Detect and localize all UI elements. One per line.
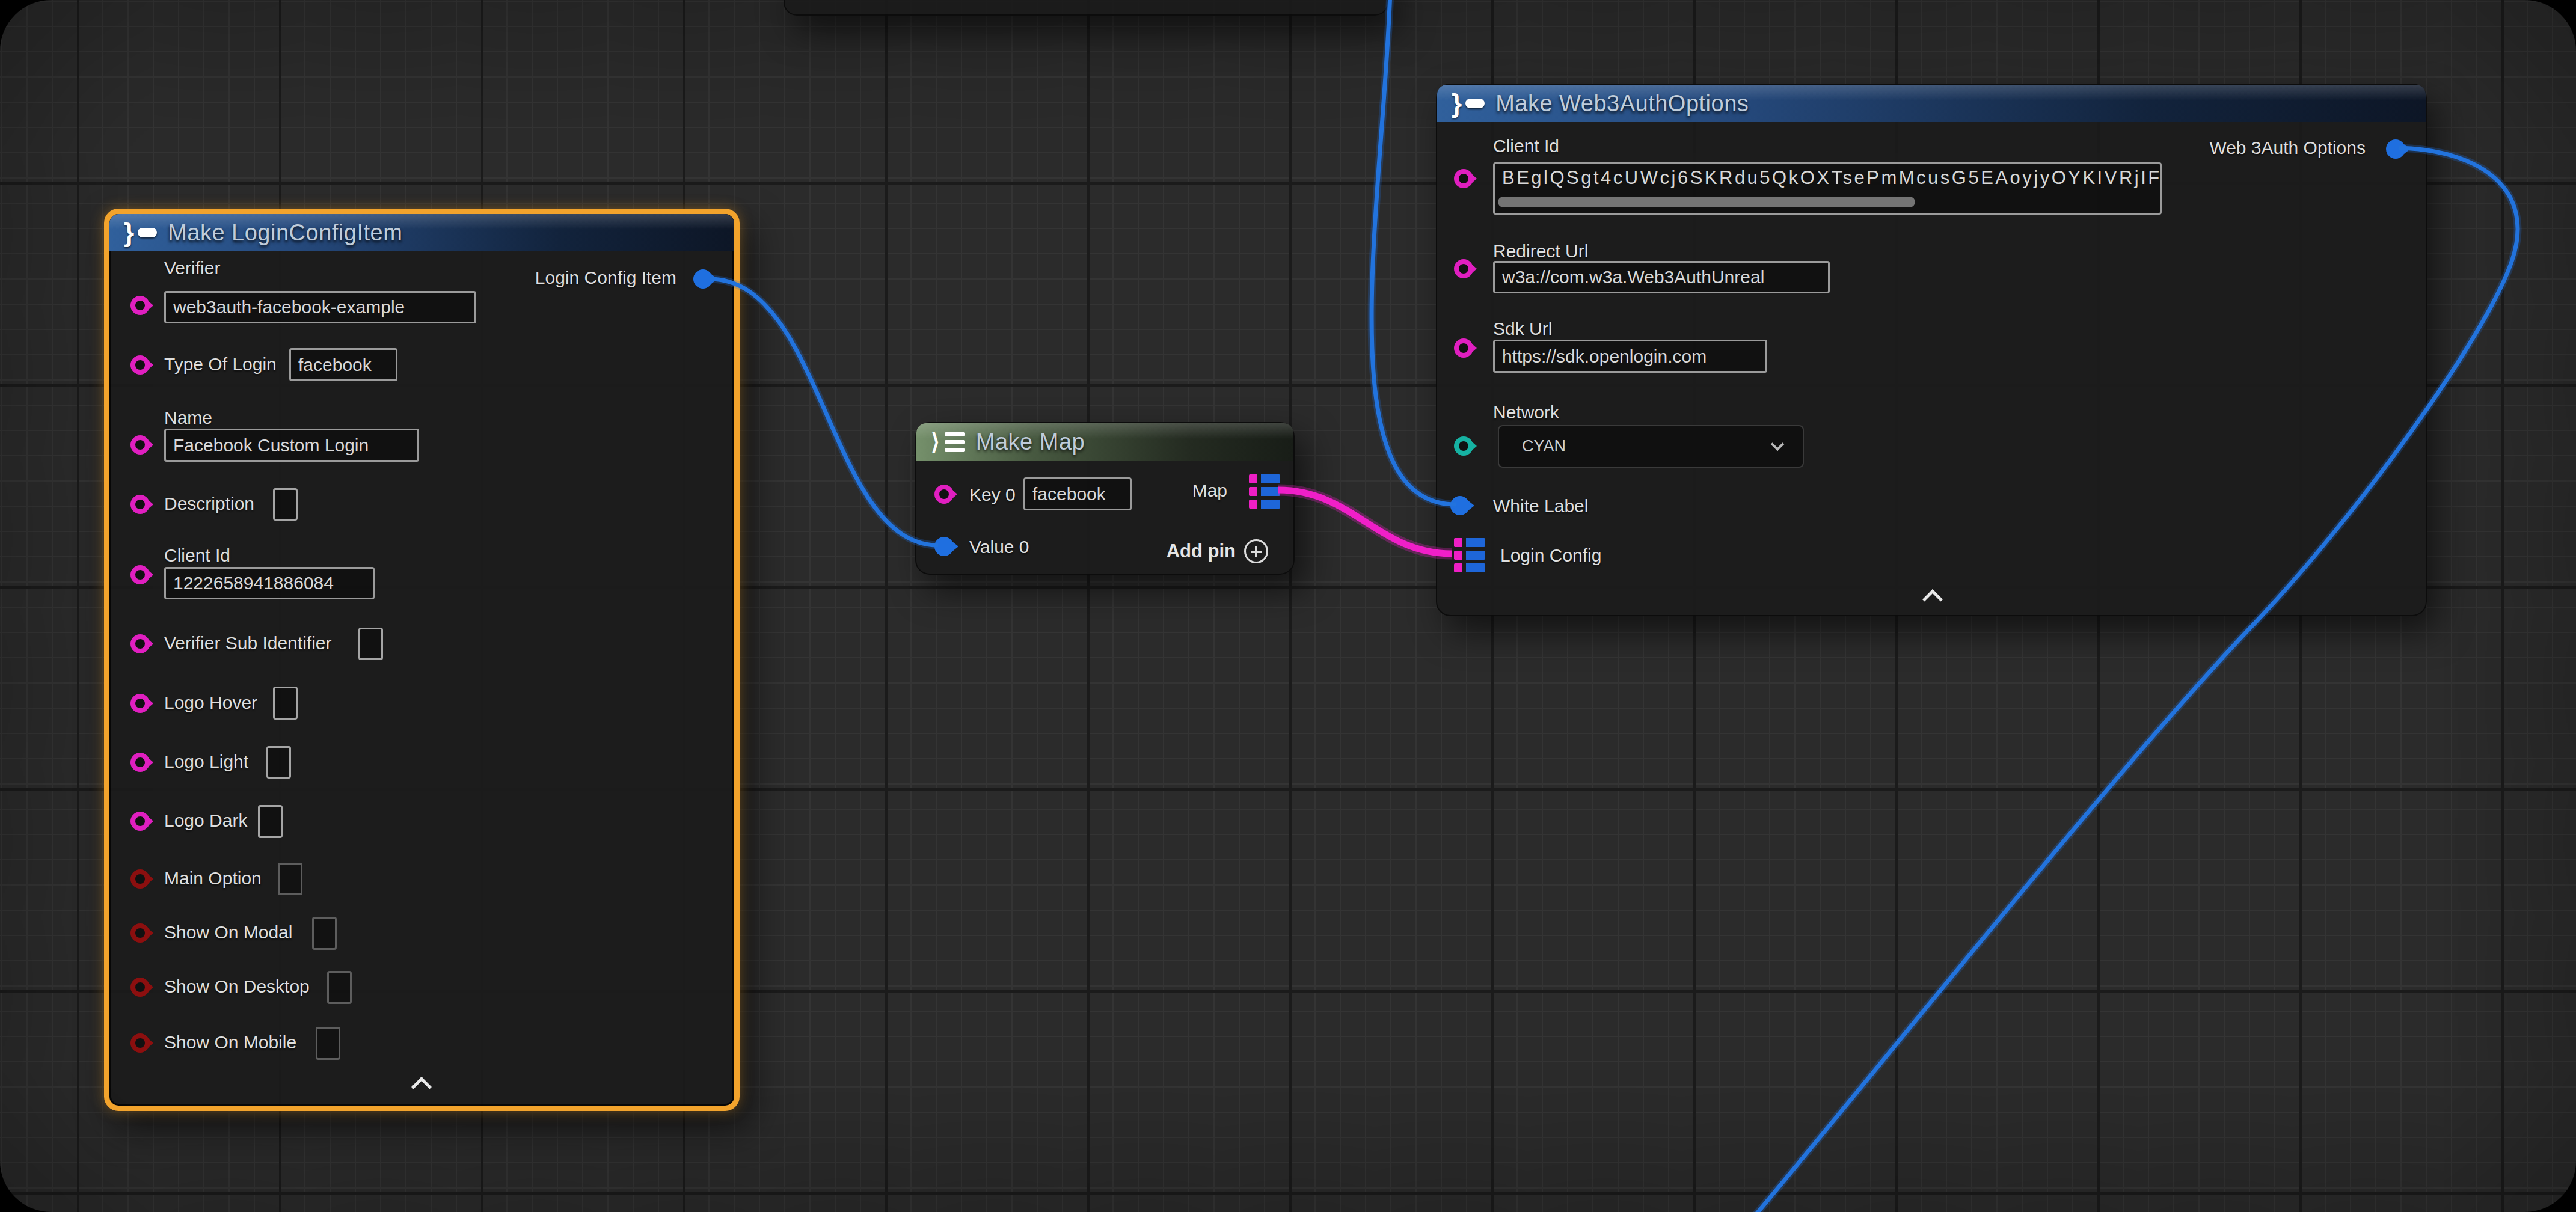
- pin-client-id[interactable]: [130, 565, 150, 584]
- pin-label-logo-dark: Logo Dark: [164, 810, 247, 831]
- add-pin-button[interactable]: Add pin: [1167, 539, 1268, 563]
- node-title: Make Map: [976, 429, 1085, 455]
- type-of-login-input[interactable]: facebook: [289, 348, 397, 381]
- pin-label-network: Network: [1493, 402, 1559, 423]
- node-header[interactable]: } Make Web3AuthOptions: [1437, 85, 2426, 122]
- node-title: Make LoginConfigItem: [168, 220, 402, 246]
- pin-label-web3auth-options: Web 3Auth Options: [2209, 138, 2366, 158]
- add-pin-label: Add pin: [1167, 540, 1236, 562]
- make-struct-icon: }: [124, 221, 157, 245]
- add-pin-plus-icon: [1244, 539, 1268, 563]
- pin-label-client-id: Client Id: [1493, 136, 1559, 156]
- pin-type-of-login[interactable]: [130, 355, 150, 375]
- show-on-modal-checkbox[interactable]: [312, 917, 337, 950]
- pin-logo-light[interactable]: [130, 753, 150, 772]
- pin-out-web3auth-options[interactable]: [2386, 139, 2405, 159]
- pin-label-login-config: Login Config: [1500, 545, 1601, 566]
- client-id-scrollbar[interactable]: [1498, 197, 1915, 207]
- pin-redirect-url[interactable]: [1454, 259, 1473, 278]
- offscreen-node-partial[interactable]: [784, 0, 1388, 16]
- wire-loginconfigitem-to-value0: [710, 279, 938, 545]
- pin-label-redirect-url: Redirect Url: [1493, 241, 1588, 262]
- pin-label-show-on-desktop: Show On Desktop: [164, 976, 310, 997]
- redirect-url-input[interactable]: w3a://com.w3a.Web3AuthUnreal: [1493, 261, 1830, 293]
- pin-label-client-id: Client Id: [164, 545, 230, 566]
- make-map-icon: ⟩: [931, 429, 965, 455]
- description-input[interactable]: [273, 488, 298, 521]
- dropdown-chevron-icon: [1771, 437, 1785, 451]
- collapse-chevron-icon[interactable]: [411, 1077, 432, 1097]
- pin-logo-hover[interactable]: [130, 694, 150, 713]
- pin-label-key0: Key 0: [969, 485, 1016, 505]
- network-dropdown[interactable]: CYAN: [1498, 425, 1804, 468]
- logo-hover-input[interactable]: [273, 687, 298, 720]
- pin-label-type-of-login: Type Of Login: [164, 354, 277, 375]
- pin-value0[interactable]: [934, 537, 954, 556]
- pin-sdk-url[interactable]: [1454, 338, 1473, 358]
- pin-logo-dark[interactable]: [130, 812, 150, 831]
- node-title: Make Web3AuthOptions: [1495, 91, 1749, 117]
- pin-out-login-config-item[interactable]: [693, 269, 713, 289]
- pin-label-logo-light: Logo Light: [164, 751, 248, 772]
- node-make-map[interactable]: ⟩ Make Map Key 0 facebook Value 0 Map Ad…: [915, 422, 1295, 575]
- pin-label-main-option: Main Option: [164, 868, 262, 889]
- show-on-desktop-checkbox[interactable]: [327, 971, 352, 1004]
- pin-label-map: Map: [1192, 480, 1227, 501]
- pin-client-id[interactable]: [1454, 169, 1473, 188]
- pin-description[interactable]: [130, 495, 150, 514]
- pin-label-value0: Value 0: [969, 537, 1029, 557]
- pin-verifier-sub-identifier[interactable]: [130, 634, 150, 653]
- logo-dark-input[interactable]: [258, 805, 283, 838]
- client-id-input[interactable]: 1222658941886084: [164, 567, 375, 599]
- sdk-url-input[interactable]: https://sdk.openlogin.com: [1493, 340, 1767, 373]
- make-struct-icon: }: [1452, 91, 1485, 115]
- blueprint-graph-canvas[interactable]: } Make LoginConfigItem Login Config Item…: [0, 0, 2576, 1212]
- pin-name[interactable]: [130, 435, 150, 454]
- node-header[interactable]: ⟩ Make Map: [916, 423, 1293, 461]
- logo-light-input[interactable]: [266, 746, 291, 779]
- pin-label-verifier: Verifier: [164, 258, 220, 278]
- pin-label-logo-hover: Logo Hover: [164, 693, 257, 713]
- pin-white-label[interactable]: [1450, 496, 1470, 515]
- pin-verifier[interactable]: [130, 296, 150, 315]
- show-on-mobile-checkbox[interactable]: [316, 1027, 340, 1060]
- wire-map-to-loginconfig: [1278, 490, 1452, 554]
- pin-label-description: Description: [164, 494, 254, 514]
- pin-label-show-on-modal: Show On Modal: [164, 922, 292, 943]
- pin-key0[interactable]: [934, 485, 954, 504]
- network-value: CYAN: [1522, 437, 1566, 456]
- pin-label-name: Name: [164, 408, 212, 428]
- pin-network[interactable]: [1454, 436, 1473, 456]
- main-option-checkbox[interactable]: [278, 863, 302, 895]
- pin-label-white-label: White Label: [1493, 496, 1588, 516]
- key0-input[interactable]: facebook: [1023, 477, 1132, 510]
- pin-label-login-config-item: Login Config Item: [535, 268, 676, 288]
- verifier-sub-identifier-input[interactable]: [358, 628, 383, 660]
- verifier-input[interactable]: web3auth-facebook-example: [164, 291, 476, 323]
- node-make-loginconfigitem[interactable]: } Make LoginConfigItem Login Config Item…: [104, 209, 740, 1111]
- pin-show-on-desktop[interactable]: [130, 978, 150, 997]
- pin-show-on-modal[interactable]: [130, 923, 150, 943]
- pin-label-sdk-url: Sdk Url: [1493, 319, 1552, 339]
- pin-label-show-on-mobile: Show On Mobile: [164, 1032, 296, 1053]
- node-make-web3authoptions[interactable]: } Make Web3AuthOptions Web 3Auth Options…: [1436, 84, 2427, 616]
- pin-map-out[interactable]: [1249, 474, 1280, 509]
- node-header[interactable]: } Make LoginConfigItem: [109, 214, 734, 251]
- pin-main-option[interactable]: [130, 869, 150, 889]
- pin-show-on-mobile[interactable]: [130, 1033, 150, 1053]
- collapse-chevron-icon[interactable]: [1922, 589, 1943, 610]
- pin-login-config[interactable]: [1454, 538, 1485, 572]
- pin-label-verifier-sub-identifier: Verifier Sub Identifier: [164, 633, 331, 653]
- name-input[interactable]: Facebook Custom Login: [164, 429, 419, 462]
